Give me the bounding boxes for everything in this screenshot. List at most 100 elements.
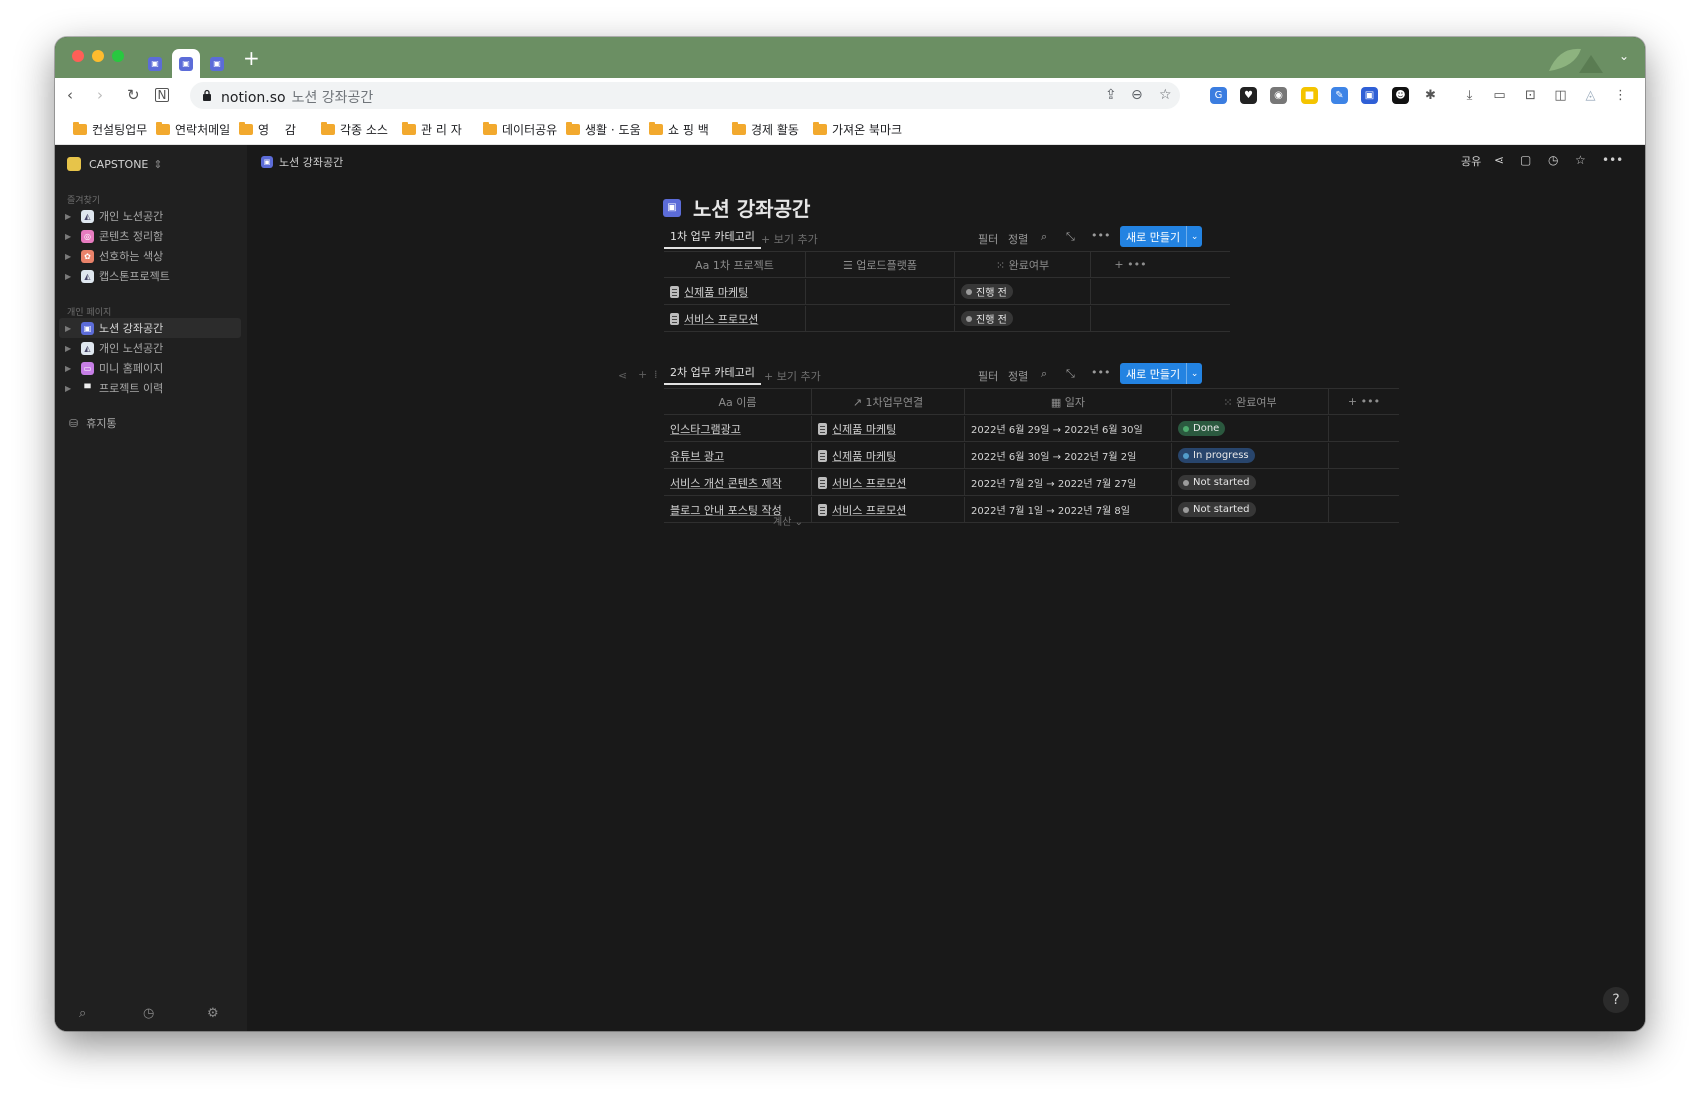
date-cell[interactable]: 2022년 6월 30일 → 2022년 7월 2일 [964, 443, 1171, 468]
close-window-button[interactable] [72, 50, 84, 62]
share-page-icon[interactable]: ⇪ [1105, 87, 1117, 103]
column-header[interactable]: ▦ 일자 [964, 389, 1171, 414]
share-link-icon[interactable]: ⋖ [1494, 153, 1504, 167]
column-header[interactable]: ↗ 1차업무연결 [811, 389, 964, 414]
sidebar-item-content[interactable]: ▶ ◎ 콘텐츠 정리함 [59, 226, 241, 246]
calculate-button[interactable]: 계산 ⌄ [773, 513, 803, 528]
back-icon[interactable]: ‹ [67, 86, 73, 104]
forward-icon[interactable]: › [97, 86, 103, 104]
bookmark-folder[interactable]: 연락처메일 [156, 121, 230, 138]
platform-cell[interactable] [805, 306, 954, 331]
caret-right-icon[interactable]: ▶ [65, 364, 77, 373]
caret-right-icon[interactable]: ▶ [65, 384, 77, 393]
db1-search-icon[interactable]: ⌕ [1041, 230, 1047, 244]
notion-n-icon[interactable]: N [155, 88, 169, 102]
db1-view-tab[interactable]: 1차 업무 카테고리 [664, 225, 761, 249]
help-button[interactable]: ? [1603, 987, 1629, 1013]
status-cell[interactable]: Not started [1171, 470, 1328, 495]
screen-extension-icon[interactable]: ▣ [1361, 87, 1378, 104]
table-row[interactable]: 유튜브 광고 신제품 마케팅 2022년 6월 30일 → 2022년 7월 2일 I… [664, 443, 1399, 469]
column-header[interactable]: Aa 1차 프로젝트 [664, 252, 805, 277]
db1-new-button[interactable]: 새로 만들기 ⌄ [1120, 226, 1203, 247]
profile-icon[interactable]: ◬ [1582, 87, 1599, 104]
caret-right-icon[interactable]: ▶ [65, 324, 77, 333]
date-cell[interactable]: 2022년 7월 1일 → 2022년 7월 8일 [964, 497, 1171, 522]
browser-tab[interactable]: ▣ [203, 49, 231, 78]
bookmark-star-icon[interactable]: ☆ [1159, 87, 1172, 103]
add-block-icon[interactable]: + [638, 368, 647, 381]
status-cell[interactable]: Done [1171, 416, 1328, 441]
sidebar-item-personal-space[interactable]: ▶ ◭ 개인 노션공간 [59, 338, 241, 358]
relation-cell[interactable]: 서비스 프로모션 [811, 470, 964, 495]
db2-view-tab[interactable]: 2차 업무 카테고리 [664, 361, 761, 385]
caret-right-icon[interactable]: ▶ [65, 212, 77, 221]
status-cell[interactable]: Not started [1171, 497, 1328, 522]
browser-tab[interactable]: ▣ [141, 49, 169, 78]
relation-link[interactable]: 신제품 마케팅 [818, 448, 896, 464]
pocket-extension-icon[interactable]: ♥ [1240, 87, 1257, 104]
sidebar-item-personal-space[interactable]: ▶ ◭ 개인 노션공간 [59, 206, 241, 226]
column-header[interactable]: ☰ 업로드플랫폼 [805, 252, 954, 277]
db1-more-icon[interactable]: ••• [1091, 229, 1110, 242]
colorzilla-extension-icon[interactable]: ■ [1301, 87, 1318, 104]
db2-sort-button[interactable]: 정렬 [1008, 368, 1028, 384]
db2-search-icon[interactable]: ⌕ [1041, 367, 1047, 381]
bookmark-folder[interactable]: 경제 활동 [732, 121, 799, 138]
updates-clock-icon[interactable]: ◷ [143, 1006, 154, 1021]
table-row[interactable]: 인스타그램광고 신제품 마케팅 2022년 6월 29일 → 2022년 6월 30… [664, 416, 1399, 442]
db1-filter-button[interactable]: 필터 [978, 231, 998, 247]
browser-tab-active[interactable]: ▣ [172, 49, 200, 78]
db1-add-view-button[interactable]: + 보기 추가 [761, 231, 818, 247]
name-cell[interactable]: 신제품 마케팅 [664, 279, 805, 304]
bookmark-folder[interactable]: 각종 소스 [321, 121, 388, 138]
extension-icon[interactable]: G [1210, 87, 1227, 104]
link-icon[interactable]: ⋖ [618, 369, 627, 382]
column-header[interactable]: Aa 이름 [664, 389, 811, 414]
omnibox[interactable]: notion.so 노션 강좌공간 ⇪ ⊖ ☆ [190, 82, 1180, 109]
bookmark-folder[interactable]: 데이터공유 [483, 121, 557, 138]
sidebar-item-project-history[interactable]: ▶ ▀ 프로젝트 이력 [59, 378, 241, 398]
bookmark-folder[interactable]: 생활 · 도움 [566, 121, 641, 138]
status-cell[interactable]: 진행 전 [954, 279, 1090, 304]
platform-cell[interactable] [805, 279, 954, 304]
db1-sort-button[interactable]: 정렬 [1008, 231, 1028, 247]
kebab-menu-icon[interactable]: ⋮ [1612, 87, 1629, 104]
db2-filter-button[interactable]: 필터 [978, 368, 998, 384]
relation-cell[interactable]: 신제품 마케팅 [811, 416, 964, 441]
favorite-star-icon[interactable]: ☆ [1575, 153, 1586, 167]
date-cell[interactable]: 2022년 7월 2일 → 2022년 7월 27일 [964, 470, 1171, 495]
column-header[interactable]: ⁙ 완료여부 [1171, 389, 1328, 414]
sidebar-item-trash[interactable]: ⛁ 휴지통 [69, 415, 117, 431]
status-cell[interactable]: 진행 전 [954, 306, 1090, 331]
sidebar-item-mini-homepage[interactable]: ▶ ▭ 미니 홈페이지 [59, 358, 241, 378]
relation-cell[interactable]: 신제품 마케팅 [811, 443, 964, 468]
bookmark-folder[interactable]: 컨설팅업무 [73, 121, 147, 138]
drag-handle-icon[interactable]: ⁞ [654, 368, 658, 381]
relation-link[interactable]: 신제품 마케팅 [818, 421, 896, 437]
breadcrumb[interactable]: ▣ 노션 강좌공간 [261, 154, 343, 170]
db2-new-button[interactable]: 새로 만들기 ⌄ [1120, 363, 1203, 384]
zoom-window-button[interactable] [112, 50, 124, 62]
bookmark-folder[interactable]: 영 감 [239, 121, 302, 138]
settings-gear-icon[interactable]: ⚙ [207, 1006, 219, 1021]
db2-expand-icon[interactable]: ⤡ [1066, 367, 1075, 381]
sidebar-item-colors[interactable]: ▶ ✿ 선호하는 색상 [59, 246, 241, 266]
caret-right-icon[interactable]: ▶ [65, 344, 77, 353]
name-cell[interactable]: 유튜브 광고 [664, 443, 811, 468]
more-options-icon[interactable]: ••• [1602, 153, 1623, 167]
zoom-out-icon[interactable]: ⊖ [1131, 87, 1143, 103]
workspace-switcher[interactable]: CAPSTONE ⇕ [67, 157, 163, 171]
bookmark-folder[interactable]: 관 리 자 [402, 121, 462, 138]
sidebar-item-notion-course[interactable]: ▶ ▣ 노션 강좌공간 [59, 318, 241, 338]
name-cell[interactable]: 서비스 프로모션 [664, 306, 805, 331]
chevron-down-icon[interactable]: ⌄ [1186, 363, 1202, 384]
search-icon[interactable]: ⌕ [79, 1006, 86, 1021]
caret-right-icon[interactable]: ▶ [65, 252, 77, 261]
relation-link[interactable]: 서비스 프로모션 [818, 475, 906, 491]
download-icon[interactable]: ⤓ [1461, 87, 1478, 104]
reload-icon[interactable]: ↻ [127, 86, 140, 104]
db2-more-icon[interactable]: ••• [1091, 366, 1110, 379]
page-title[interactable]: ▣ 노션 강좌공간 [663, 193, 810, 222]
table-row[interactable]: 신제품 마케팅 진행 전 [664, 279, 1230, 305]
db2-add-view-button[interactable]: + 보기 추가 [764, 368, 821, 384]
